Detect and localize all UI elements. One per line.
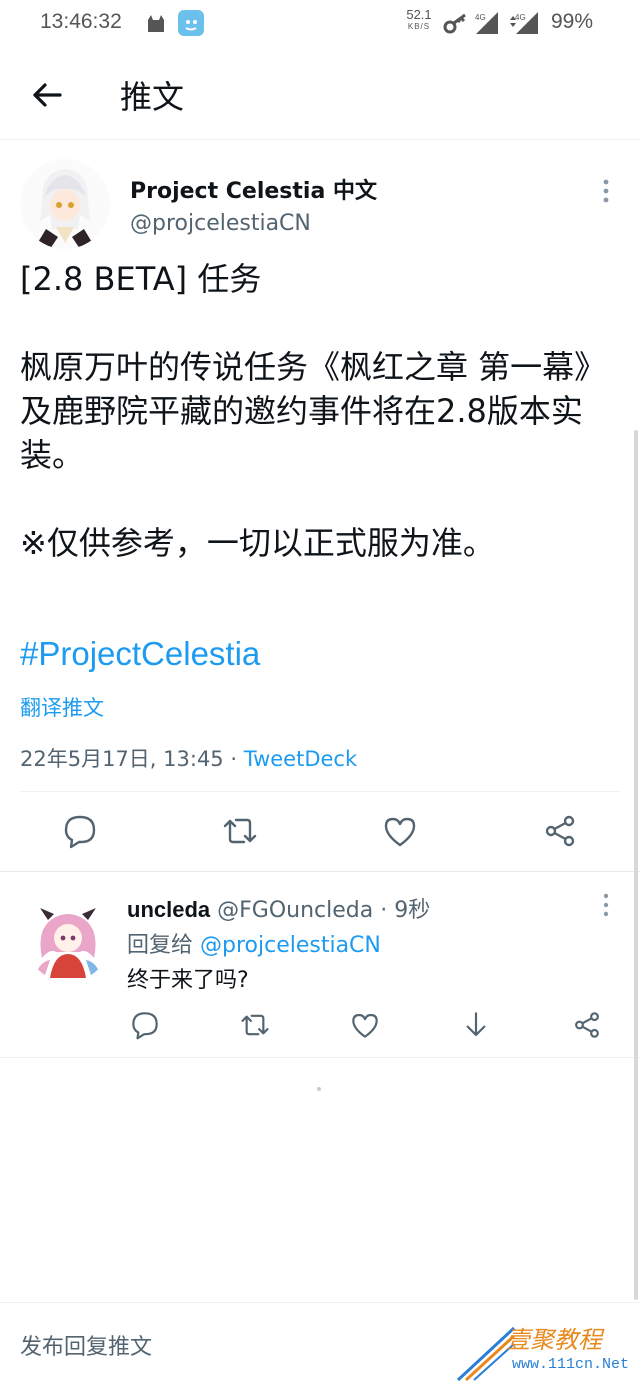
author-name[interactable]: Project Celestia 中文 — [130, 173, 377, 205]
comment-icon[interactable] — [62, 813, 98, 849]
download-arrow-icon[interactable] — [461, 1010, 491, 1040]
compose-reply-input[interactable]: 发布回复推文 — [20, 1329, 152, 1361]
reply-tweet[interactable]: uncleda @FGOuncleda · 9秒 回复给 @projcelest… — [0, 872, 640, 1058]
top-app-bar: 推文 — [0, 48, 640, 140]
retweet-icon[interactable] — [222, 813, 258, 849]
signal-label-2: 4G — [515, 13, 526, 22]
more-vertical-icon[interactable] — [598, 892, 614, 918]
heart-icon[interactable] — [350, 1010, 380, 1040]
author-handle[interactable]: @projcelestiaCN — [130, 211, 311, 236]
status-time: 13:46:32 — [40, 10, 122, 33]
tweet-meta: 22年5月17日, 13:45 · TweetDeck — [20, 743, 357, 773]
replying-to-handle[interactable]: @projcelestiaCN — [200, 933, 381, 958]
meta-separator: · — [223, 747, 244, 771]
reply-avatar[interactable] — [26, 898, 110, 982]
hashtag-link[interactable]: #ProjectCelestia — [20, 635, 260, 673]
replying-to-label: 回复给 — [127, 933, 200, 958]
retweet-icon[interactable] — [240, 1010, 270, 1040]
more-vertical-icon[interactable] — [598, 177, 614, 205]
loading-indicator — [317, 1087, 321, 1091]
reply-dot: · — [373, 898, 395, 923]
translate-tweet-link[interactable]: 翻译推文 — [20, 692, 104, 722]
app-notification-icon — [178, 10, 204, 36]
reply-text: 终于来了吗? — [127, 968, 249, 993]
author-avatar[interactable] — [20, 159, 110, 249]
page-title: 推文 — [120, 78, 185, 116]
network-speed-unit: KB/S — [407, 22, 431, 31]
reply-time: 9秒 — [394, 898, 431, 923]
signal-label: 4G — [475, 13, 486, 22]
tweet-actions — [0, 811, 640, 861]
reply-author-handle[interactable]: @FGOuncleda — [217, 898, 373, 923]
tweet-text: [2.8 BETA] 任务 枫原万叶的传说任务《枫红之章 第一幕》及鹿野院平藏的… — [20, 260, 607, 562]
signal-icon-2: 4G — [510, 12, 538, 34]
signal-icon: 4G — [475, 12, 498, 34]
arrow-left-icon[interactable] — [28, 76, 66, 114]
share-icon[interactable] — [542, 813, 578, 849]
share-icon[interactable] — [572, 1010, 602, 1040]
network-speed-value: 52.1 — [406, 7, 432, 22]
replying-to: 回复给 @projcelestiaCN — [127, 927, 381, 959]
divider — [20, 791, 620, 792]
watermark: 壹聚教程 www.111cn.Net — [456, 1318, 640, 1386]
network-speed: 52.1 KB/S — [404, 7, 434, 33]
status-bar: 13:46:32 52.1 KB/S 4G 4G 99% — [0, 0, 640, 48]
comment-icon[interactable] — [130, 1010, 160, 1040]
watermark-text: 壹聚教程 — [506, 1326, 602, 1354]
scrollbar[interactable] — [634, 430, 638, 1300]
heart-icon[interactable] — [382, 813, 418, 849]
reply-author-name[interactable]: uncleda — [127, 897, 210, 922]
reply-header: uncleda @FGOuncleda · 9秒 — [127, 892, 430, 924]
cat-notification-icon — [148, 15, 164, 32]
watermark-url: www.111cn.Net — [512, 1356, 630, 1373]
reply-actions — [0, 1008, 640, 1044]
tweet-source-link[interactable]: TweetDeck — [244, 747, 357, 771]
battery-level: 99% — [551, 10, 594, 33]
tweet-timestamp[interactable]: 22年5月17日, 13:45 — [20, 747, 224, 771]
key-icon — [443, 13, 466, 34]
